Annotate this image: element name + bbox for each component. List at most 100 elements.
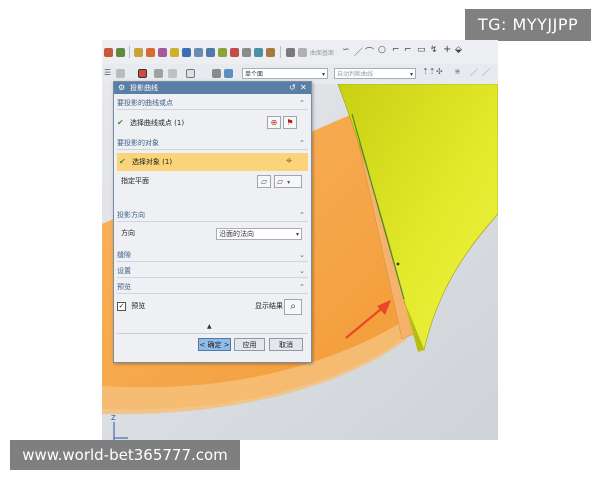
gear-tool-icon[interactable]	[242, 48, 251, 57]
preview-checkbox[interactable]: ✓	[117, 301, 126, 311]
direction-value: 沿面的法向	[219, 230, 254, 238]
snap-point-icon[interactable]: ✣	[436, 67, 443, 76]
pattern-icon[interactable]	[254, 48, 263, 57]
direction-dropdown[interactable]: 沿面的法向 ▾	[216, 228, 302, 240]
section-header-preview[interactable]: 预览 ⌃	[117, 282, 308, 294]
arc-icon[interactable]: ⌒	[365, 45, 374, 58]
circle-icon[interactable]: ○	[378, 45, 386, 55]
section-title: 缝隙	[117, 251, 131, 259]
section-header-target[interactable]: 要投影的对象 ⌃	[117, 138, 308, 150]
part-icon[interactable]	[134, 48, 143, 57]
specify-plane-label: 指定平面	[121, 177, 149, 185]
section-title: 预览	[117, 283, 131, 291]
more-icon[interactable]	[266, 48, 275, 57]
curve-select-button[interactable]: ⚑	[283, 116, 297, 129]
shade-icon[interactable]	[158, 48, 167, 57]
select-object-label: 选择对象 (1)	[131, 158, 173, 166]
grid-icon[interactable]	[194, 48, 203, 57]
cube-icon[interactable]	[206, 48, 215, 57]
dialog-titlebar[interactable]: ⚙ 投影曲线 ↺ ✕	[114, 82, 311, 94]
shaded-view-icon[interactable]	[224, 69, 233, 78]
hand-icon[interactable]	[168, 69, 177, 78]
plus-icon[interactable]: +	[443, 44, 451, 55]
chevron-down-icon: ▾	[409, 71, 413, 78]
chamfer-icon[interactable]: ⌐	[404, 45, 412, 55]
rectangle-icon[interactable]: ▭	[417, 45, 426, 55]
cancel-button[interactable]: 取消	[269, 338, 303, 351]
chevron-down-icon[interactable]: ⌄	[299, 266, 305, 277]
chevron-down-icon[interactable]: ⌄	[299, 250, 305, 261]
frame-select-icon[interactable]	[186, 69, 195, 78]
chevron-up-icon[interactable]: ⌃	[299, 138, 305, 149]
reset-icon[interactable]: ↺	[289, 82, 296, 94]
render-icon[interactable]	[170, 48, 179, 57]
filter-icon[interactable]	[154, 69, 163, 78]
chevron-up-icon[interactable]: ⌃	[299, 98, 305, 109]
section-title: 要投影的对象	[117, 139, 159, 147]
constraint-icon[interactable]: ↯	[430, 45, 438, 55]
select-object-row[interactable]: ✔ 选择对象 (1)	[117, 153, 308, 171]
section-header-gap[interactable]: 缝隙 ⌄	[117, 250, 308, 262]
line-icon[interactable]: ／	[354, 45, 363, 58]
plane-type-dropdown[interactable]: ▱ ▾	[274, 175, 302, 188]
crosshair-icon[interactable]: ⌖	[286, 154, 292, 168]
curve-rule-dropdown[interactable]: 自动判断曲线 ▾	[334, 68, 416, 79]
dialog-footer-divider	[117, 333, 308, 334]
plane-dialog-button[interactable]: ▱	[257, 175, 271, 188]
snap-icon[interactable]	[104, 48, 113, 57]
preview-row: ✓ 预览 显示结果	[117, 300, 308, 314]
select-curve-label: 选择曲线或点 (1)	[129, 119, 185, 127]
layer-icon[interactable]	[116, 48, 125, 57]
chevron-up-icon[interactable]: ⌃	[299, 210, 305, 221]
filter-type-dropdown[interactable]: 单个面 ▾	[242, 68, 328, 79]
stop-icon[interactable]: ⇡⇡	[422, 67, 435, 76]
show-result-label: 显示结果	[255, 302, 283, 310]
view-icon[interactable]	[116, 69, 125, 78]
tg-watermark: TG: MYYJJPP	[465, 9, 591, 41]
snap-end-icon[interactable]: ／	[482, 67, 490, 78]
arrow-cursor-icon[interactable]	[182, 48, 191, 57]
gear-icon[interactable]: ⚙	[118, 82, 125, 94]
cad-application-window: 曲面基面 ∽ ／ ⌒ ○ ⌐ ⌐ ▭ ↯ + ⬙ ☰ 单个面 ▾ 自动判断曲线 …	[102, 40, 498, 440]
snap-line-icon[interactable]: ／	[470, 67, 478, 78]
snap-grid-icon[interactable]: ⋇	[454, 67, 461, 76]
checkmark-icon: ✔	[119, 157, 126, 166]
section-title: 要投影的曲线或点	[117, 99, 173, 107]
fillet-icon[interactable]: ⌐	[392, 45, 400, 55]
show-result-button[interactable]: ⌕	[284, 299, 302, 315]
project-curve-dialog: ⚙ 投影曲线 ↺ ✕ 要投影的曲线或点 ⌃ ✔ 选择曲线或点 (1) ⊕ ⚑ 要…	[113, 81, 312, 363]
surface-icon[interactable]	[298, 48, 307, 57]
zoom-icon[interactable]	[212, 69, 221, 78]
spline-icon[interactable]: ∽	[342, 45, 350, 55]
close-icon[interactable]: ✕	[300, 82, 307, 94]
collapse-arrow-icon[interactable]: ▲	[207, 323, 212, 330]
curve-rule-value: 自动判断曲线	[337, 71, 374, 78]
add-curve-button[interactable]: ⊕	[267, 116, 281, 129]
cube-edit-icon[interactable]	[218, 48, 227, 57]
faded-toolbar-label: 曲面基面	[310, 50, 335, 57]
section-header-curves[interactable]: 要投影的曲线或点 ⌃	[117, 98, 308, 110]
section-title: 设置	[117, 267, 131, 275]
menu-icon[interactable]: ☰	[104, 68, 111, 77]
ok-button[interactable]: < 确定 >	[198, 338, 231, 351]
sketch-icon[interactable]	[286, 48, 295, 57]
curve-point	[396, 262, 400, 266]
chevron-up-icon[interactable]: ⌃	[299, 282, 305, 293]
toolbar-separator	[280, 46, 281, 58]
toolbar-separator	[129, 46, 130, 58]
checkmark-icon: ✔	[117, 118, 124, 127]
filter-type-value: 单个面	[245, 71, 264, 78]
toolbar-row-1: 曲面基面 ∽ ／ ⌒ ○ ⌐ ⌐ ▭ ↯ + ⬙	[102, 40, 498, 65]
section-header-direction[interactable]: 投影方向 ⌃	[117, 210, 308, 222]
select-box-icon[interactable]	[138, 69, 147, 78]
chevron-down-icon: ▾	[321, 71, 325, 78]
preview-label: 预览	[131, 302, 146, 310]
section-header-settings[interactable]: 设置 ⌄	[117, 266, 308, 278]
chevron-down-icon: ▾	[287, 179, 291, 186]
bucket-icon[interactable]: ⬙	[455, 45, 462, 55]
direction-label: 方向	[121, 229, 135, 237]
apply-button[interactable]: 应用	[234, 338, 265, 351]
assembly-icon[interactable]	[146, 48, 155, 57]
chevron-down-icon: ▾	[295, 231, 299, 238]
blend-icon[interactable]	[230, 48, 239, 57]
